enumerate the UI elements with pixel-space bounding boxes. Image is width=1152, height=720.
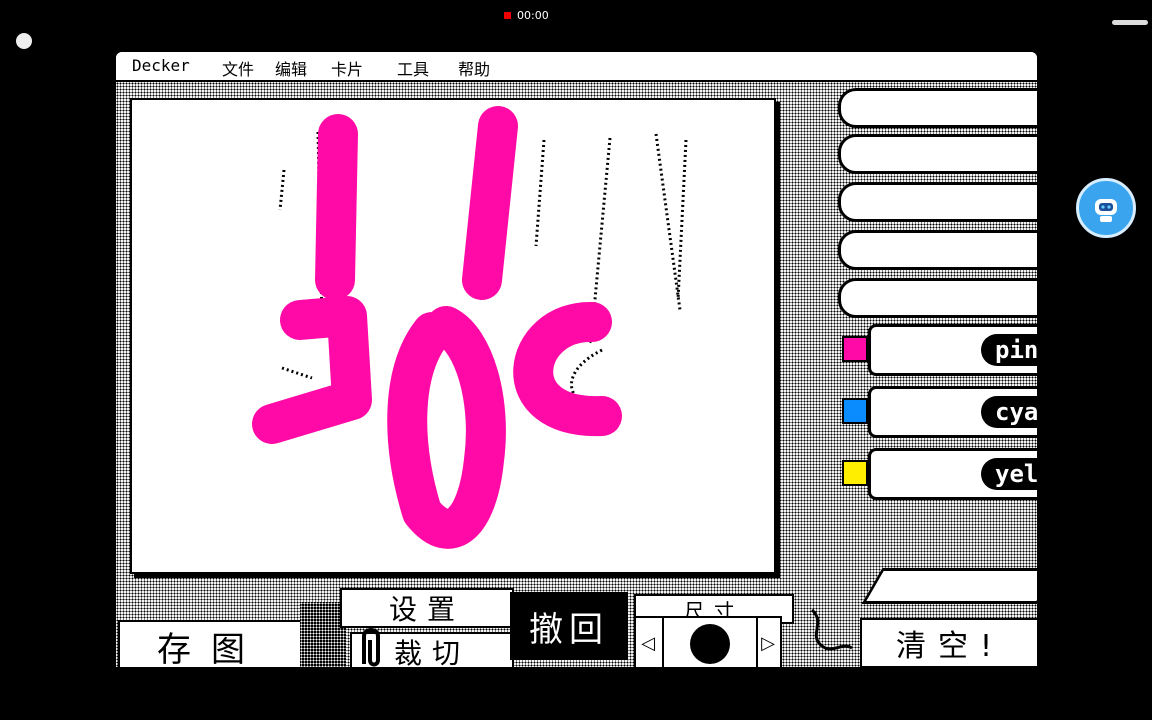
brush-dot-icon	[690, 624, 730, 664]
recording-time: 00:00	[517, 8, 549, 22]
pink-marker[interactable]: pink	[842, 322, 1037, 376]
drawing-svg	[252, 106, 688, 549]
cyan-marker-body: cyan	[868, 386, 1037, 438]
undo-button[interactable]: 撤回	[510, 592, 628, 660]
brush-icon[interactable]	[838, 182, 1037, 222]
robot-icon	[1095, 199, 1117, 222]
fountain-pen-icon[interactable]	[838, 88, 1037, 128]
menu-card[interactable]: 卡片	[331, 56, 363, 80]
menu-edit[interactable]: 编辑	[275, 56, 307, 80]
yellow-marker-cap-icon	[842, 460, 868, 486]
drawing-canvas[interactable]	[130, 98, 776, 574]
eraser-icon[interactable]	[861, 568, 1037, 604]
brush-size-preview	[662, 618, 758, 667]
cyan-marker-label: cyan	[981, 396, 1037, 428]
pencil-icon[interactable]	[838, 134, 1037, 174]
spray-pen-icon[interactable]	[838, 278, 1037, 318]
size-right-arrow-icon[interactable]: ▷	[758, 632, 778, 656]
tool-rack: pink cyan yellow	[792, 82, 1037, 667]
pink-marker-label: pink	[981, 334, 1037, 366]
record-dot-icon	[504, 11, 511, 19]
yellow-marker-label: yellow	[981, 458, 1037, 490]
size-selector: ◁ ▷	[634, 616, 782, 667]
clear-button[interactable]: 清空!	[860, 618, 1037, 667]
size-left-arrow-icon[interactable]: ◁	[638, 632, 658, 656]
menu-app-name[interactable]: Decker	[132, 56, 190, 75]
rope-icon	[810, 608, 853, 651]
assistant-robot-button[interactable]	[1076, 178, 1136, 238]
recording-indicator: 00:00	[504, 8, 549, 22]
yellow-marker[interactable]: yellow	[842, 446, 1037, 500]
ink-brush-icon[interactable]	[838, 230, 1037, 270]
save-image-button[interactable]: 存图	[118, 620, 304, 667]
pink-marker-body: pink	[868, 324, 1037, 376]
menu-tools[interactable]: 工具	[397, 56, 429, 80]
workspace: pink cyan yellow 存图 设置 裁切 撤回	[116, 82, 1037, 667]
settings-button[interactable]: 设置	[340, 588, 514, 628]
menu-bar: Decker 文件 编辑 卡片 工具 帮助	[116, 52, 1037, 82]
camera-dot-icon	[16, 33, 32, 49]
pink-marker-cap-icon	[842, 336, 868, 362]
menu-help[interactable]: 帮助	[458, 56, 490, 80]
menu-file[interactable]: 文件	[222, 56, 254, 80]
decker-window: Decker 文件 编辑 卡片 工具 帮助 pin cya yel 存图 设置 …	[116, 52, 1037, 667]
yellow-marker-body: yellow	[868, 448, 1037, 500]
cyan-marker[interactable]: cyan	[842, 384, 1037, 438]
cyan-marker-cap-icon	[842, 398, 868, 424]
pink-strokes	[252, 106, 622, 549]
paperclip-icon	[362, 628, 380, 667]
drag-handle[interactable]	[1112, 20, 1148, 25]
